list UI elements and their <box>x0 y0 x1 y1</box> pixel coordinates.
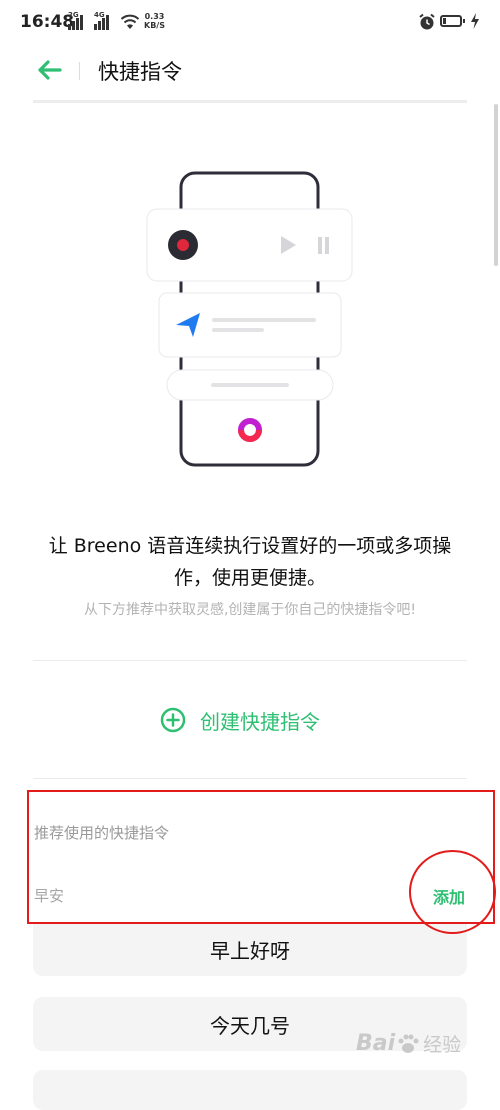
divider <box>33 778 467 779</box>
watermark-logo: Bai 经验 <box>356 1031 462 1056</box>
app-bar: 快捷指令 <box>0 48 500 92</box>
intro-headline: 让 Breeno 语音连续执行设置好的一项或多项操作，使用更便捷。 <box>48 535 452 589</box>
status-bar: 16:48 2G 4G 0.33 KB/S <box>0 0 500 48</box>
recommend-header: 推荐使用的快捷指令 <box>34 824 170 842</box>
intro-subtext: 从下方推荐中获取灵感,创建属于你自己的快捷指令吧! <box>83 602 417 618</box>
create-shortcut-button[interactable]: 创建快捷指令 <box>160 703 320 737</box>
plus-circle-icon <box>160 707 186 733</box>
network-speed: 0.33 KB/S <box>144 12 165 30</box>
shortcut-illustration <box>146 171 353 467</box>
back-arrow-icon[interactable] <box>36 58 62 82</box>
header-separator <box>33 100 467 103</box>
signal-strength-icon: 2G <box>68 11 83 30</box>
create-shortcut-label: 创建快捷指令 <box>200 709 320 734</box>
battery-icon <box>440 15 465 27</box>
add-button[interactable]: 添加 <box>433 884 465 908</box>
highlight-box <box>27 790 495 924</box>
status-time: 16:48 <box>20 12 75 32</box>
paw-icon <box>398 1034 419 1053</box>
recommend-item-title: 早安 <box>34 887 65 905</box>
header-divider <box>79 62 80 80</box>
signal-strength-icon: 4G <box>94 11 109 30</box>
pause-icon <box>318 237 322 254</box>
wifi-icon <box>120 14 140 29</box>
page-title: 快捷指令 <box>98 60 182 84</box>
charging-icon <box>471 13 479 29</box>
alarm-icon <box>419 13 435 30</box>
command-pill[interactable]: 早上好呀 <box>33 922 467 976</box>
divider <box>33 660 467 661</box>
command-pill[interactable] <box>33 1070 467 1110</box>
